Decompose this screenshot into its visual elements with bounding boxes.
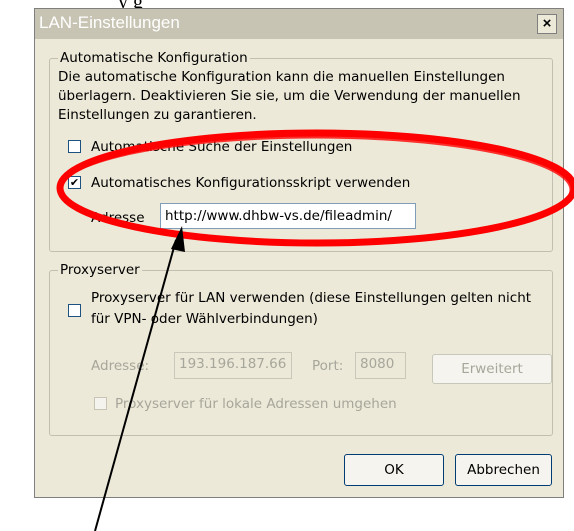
annotation-overlay	[56, 129, 574, 531]
arrow-line	[94, 239, 177, 531]
highlight-ellipse-inner	[57, 135, 573, 245]
arrow-head-icon	[171, 226, 185, 252]
